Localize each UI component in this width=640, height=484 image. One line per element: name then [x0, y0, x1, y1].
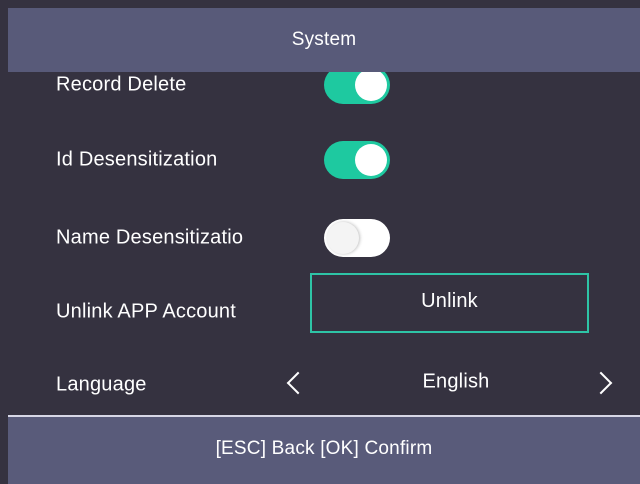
name-desensitization-toggle[interactable] [324, 219, 390, 257]
language-value[interactable]: English [423, 371, 490, 394]
record-delete-label: Record Delete [56, 73, 187, 96]
toggle-knob [355, 72, 387, 101]
title-bar: System [8, 8, 640, 72]
language-label: Language [56, 373, 147, 396]
footer-bar: [ESC] Back [OK] Confirm [8, 417, 640, 484]
unlink-app-account-label: Unlink APP Account [56, 300, 237, 323]
system-settings-screen: System Record Delete Id Desensitization … [0, 0, 640, 484]
name-desensitization-label: Name Desensitizatio [56, 226, 244, 249]
record-delete-toggle[interactable] [324, 72, 390, 104]
id-desensitization-toggle[interactable] [324, 141, 390, 179]
unlink-button[interactable]: Unlink [310, 273, 589, 333]
toggle-knob [355, 144, 387, 176]
settings-list: Record Delete Id Desensitization Name De… [8, 72, 640, 415]
chevron-right-icon[interactable] [589, 371, 613, 395]
page-title: System [291, 29, 357, 50]
key-hint: [ESC] Back [OK] Confirm [215, 437, 433, 459]
id-desensitization-label: Id Desensitization [56, 148, 218, 171]
chevron-left-icon[interactable] [286, 371, 310, 395]
toggle-knob [327, 222, 359, 254]
